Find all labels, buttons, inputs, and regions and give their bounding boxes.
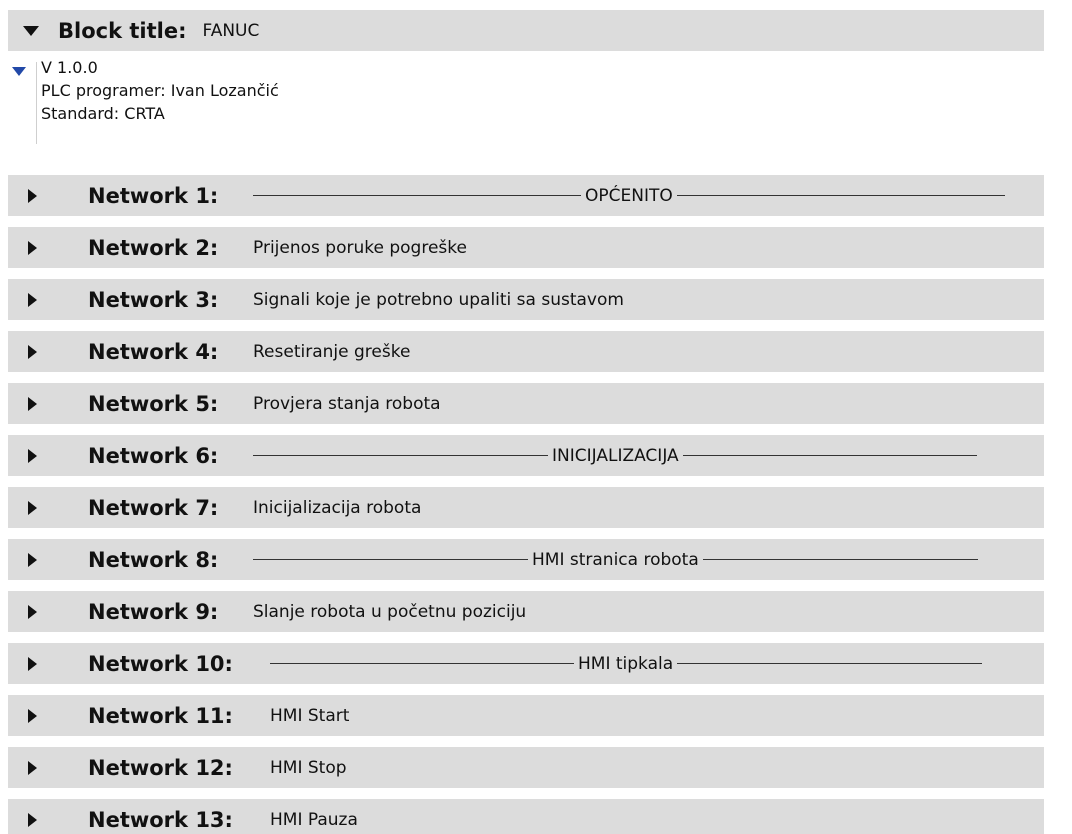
separator-line-right	[702, 559, 979, 560]
network-section-title[interactable]: INICIJALIZACIJA	[253, 446, 977, 466]
separator-line-left	[253, 559, 528, 560]
network-label: Network 1:	[88, 183, 219, 208]
network-section-title[interactable]: HMI tipkala	[270, 654, 982, 674]
network-label: Network 3:	[88, 287, 219, 312]
comment-divider	[36, 62, 37, 144]
network-list: Network 1: OPĆENITO Network 2: Prijenos por…	[8, 175, 1044, 834]
network-row[interactable]: Network 5: Provjera stanja robota	[8, 383, 1044, 424]
separator-line-right	[677, 663, 982, 664]
network-label: Network 13:	[88, 807, 233, 832]
expand-arrow-icon[interactable]	[28, 709, 37, 723]
comment-text[interactable]: V 1.0.0 PLC programer: Ivan Lozančić Sta…	[41, 56, 279, 125]
network-row[interactable]: Network 6: INICIJALIZACIJA	[8, 435, 1044, 476]
expand-arrow-icon[interactable]	[28, 813, 37, 827]
separator-line-right	[676, 195, 1005, 196]
network-title[interactable]: Provjera stanja robota	[253, 394, 441, 414]
network-row[interactable]: Network 10: HMI tipkala	[8, 643, 1044, 684]
expand-arrow-icon[interactable]	[28, 657, 37, 671]
network-title[interactable]: Signali koje je potrebno upaliti sa sust…	[253, 290, 624, 310]
network-row[interactable]: Network 13: HMI Pauza	[8, 799, 1044, 834]
network-label: Network 4:	[88, 339, 219, 364]
network-title-text: HMI Pauza	[270, 809, 358, 830]
network-title[interactable]: Inicijalizacija robota	[253, 498, 421, 518]
separator-line-left	[270, 663, 574, 664]
network-label: Network 5:	[88, 391, 219, 416]
network-row[interactable]: Network 4: Resetiranje greške	[8, 331, 1044, 372]
network-title-text: Provjera stanja robota	[253, 393, 441, 414]
network-title-text: Signali koje je potrebno upaliti sa sust…	[253, 289, 624, 310]
network-title-text: OPĆENITO	[585, 185, 673, 206]
network-title-text: Inicijalizacija robota	[253, 497, 422, 518]
expand-arrow-icon[interactable]	[28, 501, 37, 515]
block-comment[interactable]: V 1.0.0 PLC programer: Ivan Lozančić Sta…	[8, 52, 1044, 164]
network-title-text: Resetiranje greške	[253, 341, 411, 362]
network-title-text: INICIJALIZACIJA	[552, 445, 679, 466]
network-title[interactable]: Prijenos poruke pogreške	[253, 238, 467, 258]
network-title-text: Prijenos poruke pogreške	[253, 237, 467, 258]
network-row[interactable]: Network 1: OPĆENITO	[8, 175, 1044, 216]
network-row[interactable]: Network 9: Slanje robota u početnu pozici…	[8, 591, 1044, 632]
network-title-text: HMI Stop	[270, 757, 347, 778]
expand-arrow-icon[interactable]	[28, 189, 37, 203]
network-title[interactable]: HMI Start	[270, 706, 349, 726]
network-title-text: HMI Start	[270, 705, 350, 726]
network-label: Network 7:	[88, 495, 219, 520]
network-title[interactable]: Resetiranje greške	[253, 342, 410, 362]
network-label: Network 12:	[88, 755, 233, 780]
comment-collapse-icon[interactable]	[12, 67, 26, 76]
expand-arrow-icon[interactable]	[28, 553, 37, 567]
expand-arrow-icon[interactable]	[28, 605, 37, 619]
comment-line-standard: Standard: CRTA	[41, 104, 165, 123]
network-title-text: HMI tipkala	[578, 653, 674, 674]
expand-arrow-icon[interactable]	[28, 397, 37, 411]
block-title-value[interactable]: FANUC	[202, 21, 259, 41]
network-title[interactable]: HMI Stop	[270, 758, 347, 778]
network-title-text: HMI stranica robota	[532, 549, 699, 570]
separator-line-left	[253, 455, 548, 456]
comment-line-programmer: PLC programer: Ivan Lozančić	[41, 81, 279, 100]
expand-arrow-icon[interactable]	[28, 449, 37, 463]
network-label: Network 9:	[88, 599, 219, 624]
network-row[interactable]: Network 3: Signali koje je potrebno upali…	[8, 279, 1044, 320]
network-label: Network 10:	[88, 651, 233, 676]
network-row[interactable]: Network 7: Inicijalizacija robota	[8, 487, 1044, 528]
expand-arrow-icon[interactable]	[28, 761, 37, 775]
network-label: Network 11:	[88, 703, 233, 728]
block-editor: Block title: FANUC V 1.0.0 PLC programer…	[0, 0, 1072, 834]
network-section-title[interactable]: HMI stranica robota	[253, 549, 979, 570]
network-label: Network 8:	[88, 547, 219, 572]
network-section-title[interactable]: OPĆENITO	[253, 186, 1005, 206]
network-label: Network 6:	[88, 443, 219, 468]
expand-arrow-icon[interactable]	[28, 345, 37, 359]
collapse-triangle-icon[interactable]	[23, 25, 39, 36]
block-title-label: Block title:	[58, 18, 187, 43]
network-row[interactable]: Network 2: Prijenos poruke pogreške	[8, 227, 1044, 268]
separator-line-left	[253, 195, 581, 196]
network-title-text: Slanje robota u početnu poziciju	[253, 601, 527, 622]
block-title-header[interactable]: Block title: FANUC	[8, 10, 1044, 51]
expand-arrow-icon[interactable]	[28, 241, 37, 255]
network-title[interactable]: HMI Pauza	[270, 810, 358, 830]
expand-arrow-icon[interactable]	[28, 293, 37, 307]
network-row[interactable]: Network 11: HMI Start	[8, 695, 1044, 736]
network-title[interactable]: Slanje robota u početnu poziciju	[253, 602, 526, 622]
network-label: Network 2:	[88, 235, 219, 260]
network-row[interactable]: Network 12: HMI Stop	[8, 747, 1044, 788]
separator-line-right	[682, 455, 977, 456]
comment-line-version: V 1.0.0	[41, 58, 98, 77]
network-row[interactable]: Network 8: HMI stranica robota	[8, 539, 1044, 580]
